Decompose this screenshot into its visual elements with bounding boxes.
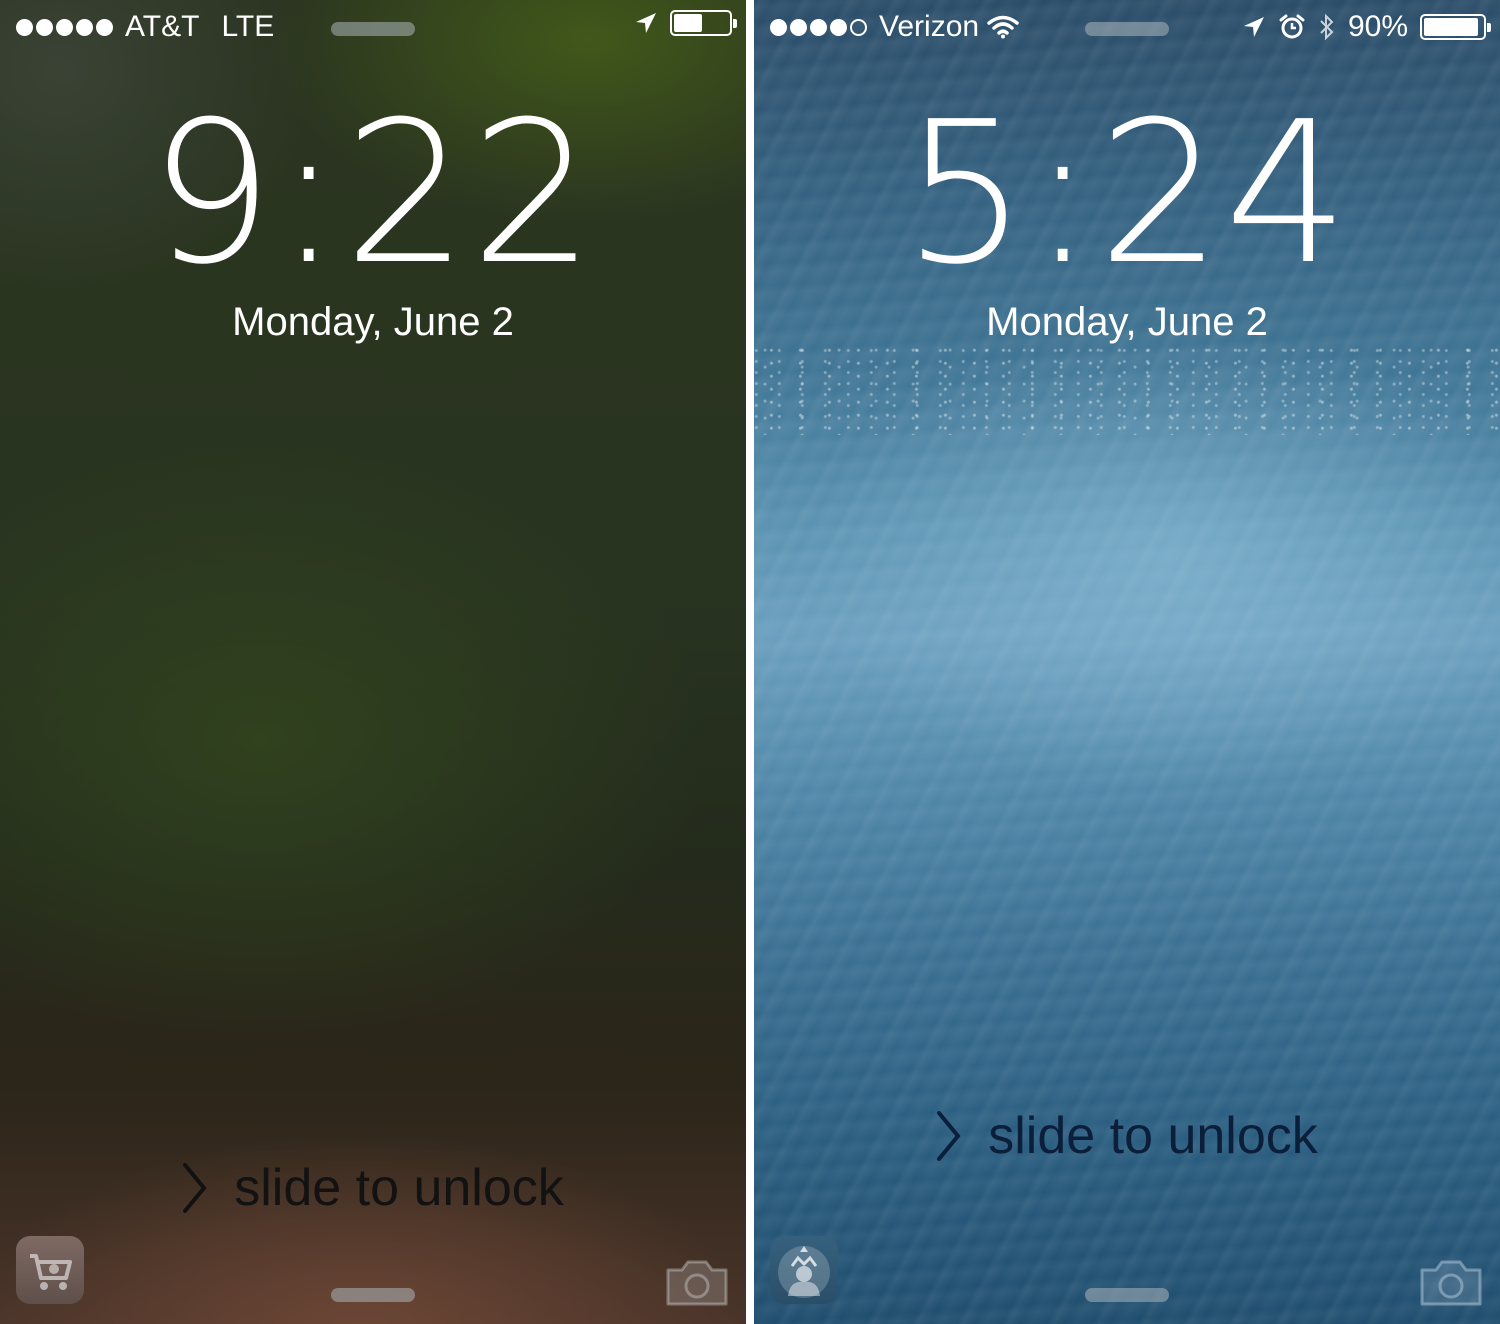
notification-center-grabber[interactable] xyxy=(331,22,415,36)
lock-screen-time: 9:22 xyxy=(148,80,598,308)
left-lock-screen: AT&T LTE 9:22 Monday, June 2 slide to un… xyxy=(0,0,746,1324)
slide-to-unlock-label: slide to unlock xyxy=(234,1159,564,1217)
control-center-grabber[interactable] xyxy=(1085,1288,1169,1302)
chevron-right-icon xyxy=(937,1111,961,1161)
battery-icon xyxy=(1420,14,1491,40)
slide-to-unlock-label: slide to unlock xyxy=(988,1107,1318,1165)
network-type: LTE xyxy=(221,10,275,43)
lock-screen-date: Monday, June 2 xyxy=(986,300,1268,344)
battery-percent: 90% xyxy=(1347,10,1408,43)
camera-icon[interactable] xyxy=(664,1258,730,1308)
chevron-right-icon xyxy=(183,1163,207,1213)
location-arrow-icon xyxy=(636,13,656,33)
location-arrow-icon xyxy=(1243,17,1264,37)
battery-icon xyxy=(670,10,737,36)
starbucks-app-icon[interactable] xyxy=(770,1236,838,1304)
signal-strength-icon xyxy=(770,18,867,36)
notification-center-grabber[interactable] xyxy=(1085,22,1169,36)
alarm-clock-icon xyxy=(1279,14,1305,39)
carrier-name: Verizon xyxy=(879,10,980,43)
wifi-icon xyxy=(987,15,1019,39)
lock-screen-time: 5:24 xyxy=(902,80,1352,308)
carrier-name: AT&T xyxy=(125,10,200,43)
slide-to-unlock[interactable]: slide to unlock xyxy=(754,1106,1500,1166)
right-lock-screen: Verizon 90% 5:24 Monday, June 2 slide to… xyxy=(754,0,1500,1324)
camera-icon[interactable] xyxy=(1418,1258,1484,1308)
signal-strength-icon xyxy=(16,18,113,36)
slide-to-unlock[interactable]: slide to unlock xyxy=(0,1158,746,1218)
bluetooth-icon xyxy=(1320,13,1334,41)
lock-screen-date: Monday, June 2 xyxy=(232,300,514,344)
apple-store-app-icon[interactable] xyxy=(16,1236,84,1304)
water-sparkles xyxy=(754,345,1500,435)
control-center-grabber[interactable] xyxy=(331,1288,415,1302)
